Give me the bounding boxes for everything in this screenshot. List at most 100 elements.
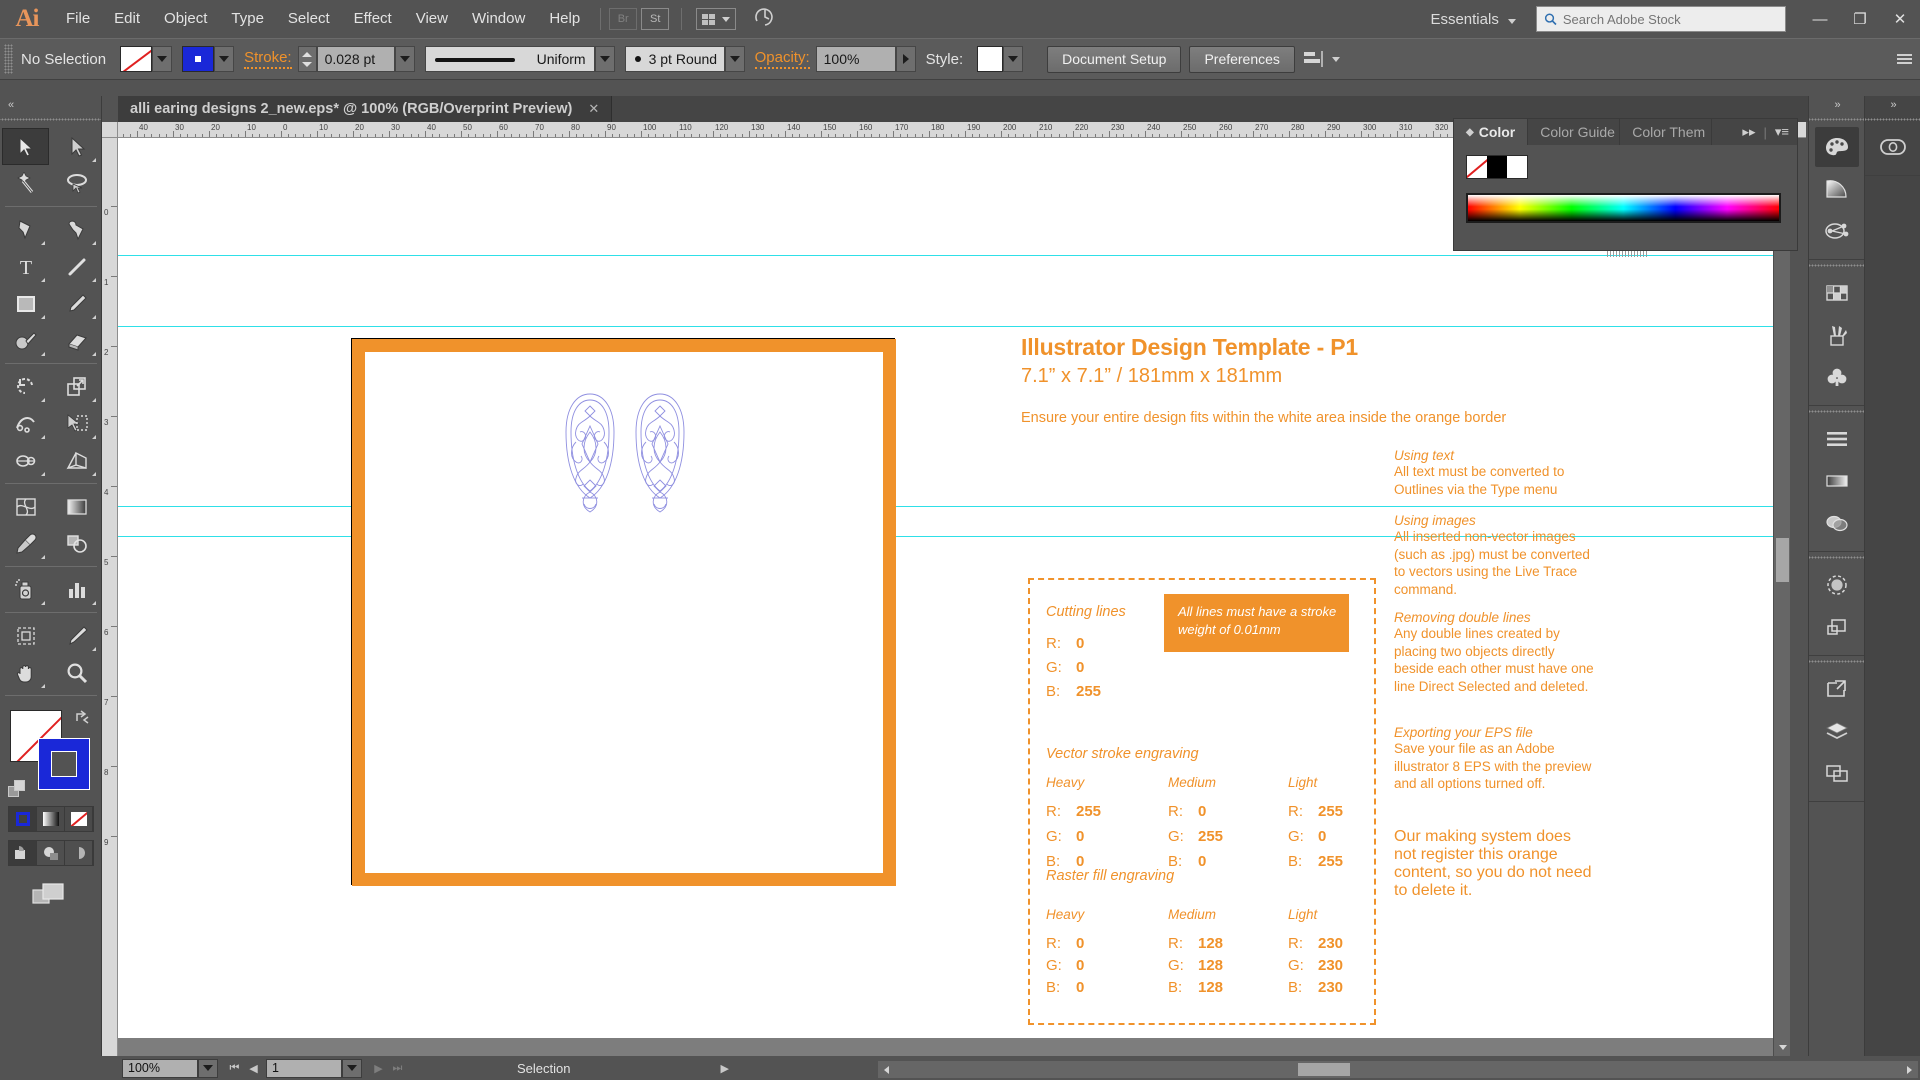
earring-artwork[interactable]	[556, 388, 696, 548]
color-panel[interactable]: ◆ Color Color Guide Color Them ▸▸ | ▾≡	[1453, 118, 1798, 257]
blend-tool[interactable]	[53, 525, 100, 562]
stroke-weight-control[interactable]: 0.028 pt	[297, 46, 415, 72]
fill-control[interactable]	[120, 46, 173, 72]
swatch-black[interactable]	[1487, 156, 1507, 178]
dock-gripper-cc[interactable]	[1865, 114, 1920, 125]
rectangle-tool[interactable]	[2, 285, 49, 322]
dock-gripper-5[interactable]	[1809, 656, 1864, 667]
draw-behind-button[interactable]	[37, 841, 65, 865]
previous-artboard-button[interactable]: ◀	[244, 1059, 263, 1078]
color-panel-resize-grip[interactable]	[1454, 250, 1799, 258]
menu-object[interactable]: Object	[152, 0, 219, 38]
style-dropdown[interactable]	[1003, 46, 1024, 72]
brush-control[interactable]: 3 pt Round	[624, 46, 745, 72]
menu-select[interactable]: Select	[276, 0, 342, 38]
color-spectrum-bar[interactable]	[1466, 193, 1781, 223]
horizontal-scrollbar[interactable]	[878, 1061, 1918, 1078]
color-guide-icon[interactable]	[1815, 211, 1859, 251]
workspace-switcher[interactable]: Essentials	[1430, 11, 1522, 28]
screen-mode-button[interactable]	[0, 880, 101, 908]
perspective-grid-tool[interactable]	[53, 442, 100, 479]
horizontal-scroll-thumb[interactable]	[1298, 1063, 1350, 1076]
rotate-tool[interactable]	[2, 368, 49, 405]
minimize-button[interactable]: —	[1800, 0, 1840, 38]
bridge-icon[interactable]: Br	[609, 8, 638, 30]
menu-effect[interactable]: Effect	[342, 0, 404, 38]
dock-gripper-3[interactable]	[1809, 406, 1864, 417]
stock-icon[interactable]: St	[641, 8, 670, 30]
toolbar-collapse-button[interactable]: «	[0, 96, 101, 114]
shaper-tool[interactable]	[2, 322, 49, 359]
transparency-panel-icon[interactable]	[1815, 503, 1859, 543]
color-panel-icon[interactable]	[1815, 127, 1859, 167]
fill-swatch[interactable]	[120, 46, 153, 72]
next-artboard-button[interactable]: ▶	[369, 1059, 388, 1078]
vertical-ruler[interactable]: 0 1 2 3 4 5 6 7 8 9	[102, 138, 118, 1056]
dock-gripper-4[interactable]	[1809, 552, 1864, 563]
maximize-button[interactable]: ❐	[1840, 0, 1880, 38]
dock-collapse-button[interactable]: »	[1809, 96, 1864, 114]
line-segment-tool[interactable]	[53, 248, 100, 285]
solid-color-button[interactable]	[9, 807, 37, 831]
control-bar-gripper[interactable]	[4, 44, 13, 74]
stroke-weight-stepper[interactable]	[297, 46, 317, 72]
swatches-panel-icon[interactable]	[1815, 273, 1859, 313]
document-tab[interactable]: alli earing designs 2_new.eps* @ 100% (R…	[118, 96, 613, 122]
status-flyout-icon[interactable]: ▶	[720, 1062, 728, 1075]
stroke-profile-control[interactable]: Uniform	[424, 46, 615, 72]
gradient-button[interactable]	[37, 807, 65, 831]
panel-menu-icon[interactable]: ▾≡	[1775, 124, 1789, 140]
opacity-flyout-button[interactable]	[895, 46, 916, 72]
width-tool[interactable]	[2, 405, 49, 442]
stroke-swatch[interactable]	[182, 46, 215, 72]
dock-expand-button[interactable]: »	[1865, 96, 1920, 114]
brushes-panel-icon[interactable]	[1815, 315, 1859, 355]
stroke-dropdown-button[interactable]	[214, 46, 235, 72]
close-icon[interactable]: ✕	[588, 101, 599, 117]
creative-cloud-icon[interactable]	[1871, 127, 1915, 167]
menu-file[interactable]: File	[54, 0, 102, 38]
artboard-dropdown-button[interactable]	[342, 1058, 362, 1078]
scroll-left-button[interactable]	[878, 1061, 895, 1078]
expand-panel-icon[interactable]: ▸▸	[1742, 124, 1755, 140]
curvature-tool[interactable]	[53, 211, 100, 248]
symbol-sprayer-tool[interactable]	[2, 571, 49, 608]
paintbrush-tool[interactable]	[53, 285, 100, 322]
opacity-control[interactable]: 100%	[815, 46, 916, 72]
draw-normal-button[interactable]	[9, 841, 37, 865]
brush-definition-value[interactable]: 3 pt Round	[624, 46, 725, 72]
last-artboard-button[interactable]: ⏭	[388, 1059, 407, 1078]
first-artboard-button[interactable]: ⏮	[225, 1059, 244, 1078]
eyedropper-tool[interactable]	[2, 525, 49, 562]
style-control[interactable]	[977, 46, 1024, 72]
eraser-tool[interactable]	[53, 322, 100, 359]
stroke-profile-value[interactable]: Uniform	[424, 46, 595, 72]
none-color-button[interactable]	[65, 807, 93, 831]
gradient-panel-icon[interactable]	[1815, 169, 1859, 209]
stroke-weight-input[interactable]: 0.028 pt	[316, 46, 395, 72]
control-bar-menu-icon[interactable]	[1897, 54, 1912, 64]
lasso-tool[interactable]	[53, 165, 100, 202]
menu-window[interactable]: Window	[460, 0, 537, 38]
arrange-documents-button[interactable]	[696, 8, 737, 30]
vertical-scrollbar[interactable]	[1773, 138, 1790, 1056]
magic-wand-tool[interactable]	[2, 165, 49, 202]
free-transform-tool[interactable]	[53, 405, 100, 442]
align-panel-icon[interactable]	[1815, 419, 1859, 459]
sync-settings-icon[interactable]	[754, 7, 776, 32]
preferences-button[interactable]: Preferences	[1189, 45, 1295, 73]
stroke-control[interactable]	[182, 46, 235, 72]
search-input[interactable]	[1562, 11, 1778, 27]
toolbar-gripper[interactable]	[0, 114, 101, 124]
tab-color[interactable]: ◆ Color	[1454, 119, 1529, 145]
scroll-down-button[interactable]	[1774, 1039, 1790, 1056]
brush-dropdown[interactable]	[724, 46, 745, 72]
menu-edit[interactable]: Edit	[102, 0, 152, 38]
stroke-profile-dropdown[interactable]	[594, 46, 615, 72]
pen-tool[interactable]	[2, 211, 49, 248]
gradient-tool[interactable]	[53, 488, 100, 525]
opacity-input[interactable]: 100%	[815, 46, 896, 72]
fill-dropdown-button[interactable]	[152, 46, 173, 72]
stock-search-box[interactable]	[1536, 6, 1786, 32]
style-swatch[interactable]	[977, 46, 1004, 72]
